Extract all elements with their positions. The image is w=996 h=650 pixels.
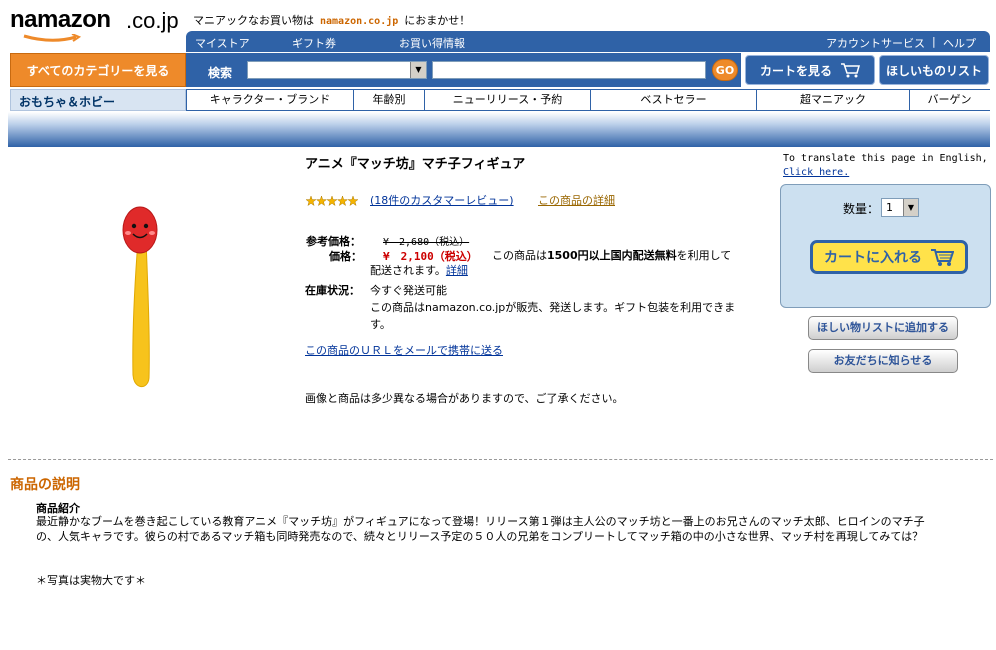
top-nav-bar: マイストア ギフト券 お買い得情報 アカウントサービス | ヘルプ <box>186 31 990 52</box>
stock-note: この商品はnamazon.co.jpが販売、発送します。ギフト包装を利用できます… <box>370 301 736 331</box>
chevron-down-icon: ▼ <box>903 199 918 216</box>
search-bar: 検索 ▼ GO <box>186 53 741 87</box>
logo-wordmark: namazon <box>10 6 111 33</box>
tagline-site: namazon.co.jp <box>320 16 399 27</box>
nav-separator: | <box>932 35 936 48</box>
subnav-item-bestseller[interactable]: ベストセラー <box>590 90 756 110</box>
product-image[interactable] <box>118 200 168 395</box>
stock-info: 今すぐ発送可能 この商品はnamazon.co.jpが販売、発送します。ギフト包… <box>370 282 740 333</box>
description-body: 最近静かなブームを巻き起こしている教育アニメ『マッチ坊』がフィギュアになって登場… <box>36 515 925 543</box>
search-input[interactable] <box>432 61 706 79</box>
rating-stars-icon <box>306 196 358 206</box>
namazon-logo[interactable]: namazon .co.jp <box>10 6 182 46</box>
section-divider <box>8 459 993 460</box>
shipping-note: この商品は1500円以上国内配送無料を利用して配送されます。詳細 <box>370 249 732 277</box>
stock-status: 今すぐ発送可能 <box>370 284 447 297</box>
add-to-wishlist-button[interactable]: ほしい物リストに追加する <box>808 316 958 340</box>
image-disclaimer: 画像と商品は多少異なる場合がありますので、ご了承ください。 <box>305 392 624 405</box>
view-cart-label: カートを見る <box>759 63 832 78</box>
subnav-item-new-release[interactable]: ニューリリース・予約 <box>424 90 590 110</box>
product-details-link[interactable]: この商品の詳細 <box>538 192 615 208</box>
nav-bargain-info[interactable]: お買い得情報 <box>399 35 465 51</box>
search-category-select[interactable]: ▼ <box>247 61 427 79</box>
nav-account-service[interactable]: アカウントサービス <box>826 35 925 51</box>
logo-tld: .co.jp <box>126 8 179 33</box>
all-categories-button[interactable]: すべてのカテゴリーを見る <box>10 53 186 87</box>
mail-url-link[interactable]: この商品のＵＲＬをメールで携帯に送る <box>305 342 503 358</box>
wishlist-button[interactable]: ほしいものリスト <box>879 55 989 85</box>
product-title: アニメ『マッチ坊』マチ子フィギュア <box>305 157 526 172</box>
nav-help[interactable]: ヘルプ <box>943 35 976 51</box>
stock-label: 在庫状況： <box>305 284 360 297</box>
tagline: マニアックなお買い物は namazon.co.jp におまかせ！ <box>193 14 471 27</box>
list-price: ¥ 2,680（税込） <box>383 237 470 248</box>
sub-nav: キャラクター・ブランド 年齢別 ニューリリース・予約 ベストセラー 超マニアック… <box>186 89 990 111</box>
description-heading: 商品の説明 <box>10 477 80 493</box>
subnav-item-super-maniac[interactable]: 超マニアック <box>756 90 909 110</box>
translate-notice: To translate this page in English, Click… <box>783 153 988 178</box>
cart-icon <box>841 63 860 78</box>
customer-reviews-link[interactable]: (18件のカスタマーレビュー) <box>370 192 514 208</box>
list-price-label: 参考価格： <box>306 235 361 248</box>
chevron-down-icon: ▼ <box>410 62 426 78</box>
subnav-item-by-age[interactable]: 年齢別 <box>353 90 424 110</box>
header-gradient-band <box>8 112 990 147</box>
description-note: ＊写真は実物大です＊ <box>36 574 146 587</box>
add-to-cart-button[interactable]: カートに入れる <box>810 240 968 274</box>
nav-gift-card[interactable]: ギフト券 <box>292 35 336 51</box>
subnav-item-character-brand[interactable]: キャラクター・ブランド <box>186 90 353 110</box>
quantity-select[interactable]: 1 ▼ <box>881 198 919 217</box>
nav-my-store[interactable]: マイストア <box>195 35 250 51</box>
subnav-item-bargain[interactable]: バーゲン <box>909 90 989 110</box>
store-name[interactable]: おもちゃ＆ホビー <box>10 89 186 111</box>
search-go-button[interactable]: GO <box>712 59 738 81</box>
logo-smile-icon <box>23 34 82 42</box>
translate-link[interactable]: Click here. <box>783 167 849 178</box>
tell-friend-button[interactable]: お友だちに知らせる <box>808 349 958 373</box>
quantity-label: 数量： <box>843 202 880 216</box>
cart-icon <box>931 249 954 266</box>
view-cart-button[interactable]: カートを見る <box>745 55 875 85</box>
price-label: 価格： <box>329 250 362 263</box>
free-shipping-text: 1500円以上国内配送無料 <box>547 249 677 262</box>
shipping-detail-link[interactable]: 詳細 <box>446 264 468 277</box>
buy-box: 数量： 1 ▼ カートに入れる <box>780 184 991 308</box>
search-label: 検索 <box>208 66 233 80</box>
